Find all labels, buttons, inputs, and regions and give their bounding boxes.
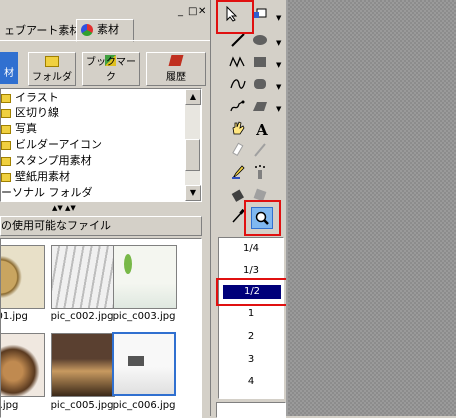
tree-item-wallpapers[interactable]: 壁紙用素材 <box>1 170 70 183</box>
chevron-down-icon[interactable]: ▼ <box>276 14 281 22</box>
zoom-option[interactable]: 2 <box>219 330 283 344</box>
tree-item-label: 壁紙用素材 <box>15 170 70 183</box>
tab-materials[interactable]: 素材 <box>76 19 134 42</box>
spray-icon[interactable] <box>250 164 270 184</box>
rounded-rect-icon[interactable] <box>250 76 270 96</box>
pen-icon[interactable] <box>250 142 270 162</box>
tab-web-art[interactable]: ェブアート素材 <box>0 21 80 40</box>
plant-icon <box>124 254 132 274</box>
file-grid: 001.jpg pic_c002.jpg pic_c003.jpg .jpg p… <box>0 238 202 418</box>
close-button[interactable]: ✕ <box>198 6 206 18</box>
scroll-down-button[interactable]: ▼ <box>185 185 201 201</box>
nav-button-folder[interactable]: フォルダ <box>28 52 76 86</box>
materials-icon <box>81 24 93 36</box>
file-name: pic_c006.jpg <box>112 400 176 411</box>
tree-item-personal-folder[interactable]: ーソナル フォルダ <box>1 186 93 199</box>
eraser-icon[interactable] <box>228 142 248 162</box>
thumbnail[interactable] <box>51 333 115 397</box>
scroll-up-button[interactable]: ▲ <box>185 89 201 105</box>
zoom-option[interactable]: 1/4 <box>219 242 283 256</box>
folder-icon <box>45 56 59 67</box>
chair-icon <box>128 356 144 366</box>
nav-button-bookmark[interactable]: ブックマーク <box>82 52 140 86</box>
chevron-down-icon[interactable]: ▼ <box>276 61 281 69</box>
chevron-down-icon[interactable]: ▼ <box>276 83 281 91</box>
tree-item-label: イラスト <box>15 91 59 104</box>
chevron-down-icon[interactable]: ▼ <box>276 39 281 47</box>
zoom-option[interactable]: 3 <box>219 353 283 367</box>
canvas-area[interactable] <box>288 0 456 416</box>
zoom-option[interactable]: 1 <box>219 307 283 321</box>
file-name: 001.jpg <box>1 311 28 322</box>
tree-item-label: ーソナル フォルダ <box>1 186 93 199</box>
folder-icon <box>1 172 11 182</box>
rectangle-icon[interactable] <box>250 54 270 74</box>
tree-item-dividers[interactable]: 区切り線 <box>1 106 59 119</box>
files-header: の使用可能なファイル <box>0 216 202 236</box>
tree-item-photos[interactable]: 写真 <box>1 122 37 135</box>
thumbnail[interactable] <box>1 245 45 309</box>
dock-button[interactable]: _ <box>178 6 183 18</box>
tab-web-art-label: ェブアート素材 <box>4 24 81 37</box>
tree-item-label: 区切り線 <box>15 106 59 119</box>
polygon-icon[interactable] <box>250 98 270 118</box>
zoom-option[interactable]: 4 <box>219 375 283 389</box>
folder-icon <box>1 156 11 166</box>
folder-icon <box>1 124 11 134</box>
folder-icon <box>1 140 11 150</box>
zigzag-icon[interactable] <box>228 54 248 74</box>
zoom-option[interactable]: 1/3 <box>219 264 283 278</box>
zoom-level-list: 1/4 1/3 1/2 1 2 3 4 <box>218 237 284 399</box>
select-tool-highlight <box>216 0 254 34</box>
tab-divider <box>0 40 210 41</box>
zoom-selection-highlight <box>216 278 290 306</box>
restore-button[interactable]: □ <box>188 6 197 18</box>
scroll-thumb[interactable] <box>185 139 200 171</box>
tree-item-illustration[interactable]: イラスト <box>1 91 59 104</box>
tree-item-stamps[interactable]: スタンプ用素材 <box>1 154 92 167</box>
nav-button-history[interactable]: 履歴 <box>146 52 206 86</box>
folder-tree: イラスト 区切り線 写真 ビルダーアイコン スタンプ用素材 壁紙用素材 ーソナル… <box>0 88 202 202</box>
file-name: pic_c003.jpg <box>112 311 176 322</box>
freehand-icon[interactable] <box>228 98 248 118</box>
files-header-label: の使用可能なファイル <box>1 219 111 232</box>
thumbnail[interactable] <box>1 333 45 397</box>
ellipse-icon[interactable] <box>250 32 270 52</box>
curve-icon[interactable] <box>228 76 248 96</box>
nav-button-selected[interactable]: 材 <box>0 52 18 84</box>
material-panel: _ □ ✕ ェブアート素材 素材 材 フォルダ ブックマーク 履歴 イラスト 区… <box>0 0 210 418</box>
tool-palette: ▼ ▼ ▼ ▼ ▼ A <box>216 0 286 236</box>
panel-border <box>210 0 211 416</box>
thumbnail[interactable] <box>51 245 115 309</box>
tab-materials-label: 素材 <box>97 23 119 36</box>
panel-splitter[interactable]: ▲▼ ▲▼ <box>0 204 200 212</box>
chevron-down-icon[interactable]: ▼ <box>276 105 281 113</box>
tree-item-label: ビルダーアイコン <box>15 138 103 151</box>
tree-item-label: スタンプ用素材 <box>15 154 92 167</box>
tree-scrollbar[interactable]: ▲ ▼ <box>185 89 201 201</box>
nav-history-label: 履歴 <box>166 72 186 83</box>
nav-folder-label: フォルダ <box>32 72 72 83</box>
nav-bookmark-label: ブックマーク <box>86 57 136 83</box>
hand-icon[interactable] <box>228 120 248 140</box>
splitter-arrows-icon: ▲▼ ▲▼ <box>52 204 76 212</box>
brush-icon[interactable] <box>228 164 248 184</box>
line-icon[interactable] <box>228 32 248 52</box>
text-icon[interactable]: A <box>252 120 272 140</box>
file-name: .jpg <box>0 400 19 411</box>
history-icon <box>168 55 184 66</box>
tree-item-label: 写真 <box>15 122 37 135</box>
folder-icon <box>1 108 11 118</box>
magnifier-tool-highlight <box>244 200 281 236</box>
thumbnail-selected[interactable] <box>112 332 176 396</box>
tree-item-builder-icons[interactable]: ビルダーアイコン <box>1 138 102 151</box>
thumbnail[interactable] <box>113 245 177 309</box>
folder-icon <box>1 93 11 103</box>
